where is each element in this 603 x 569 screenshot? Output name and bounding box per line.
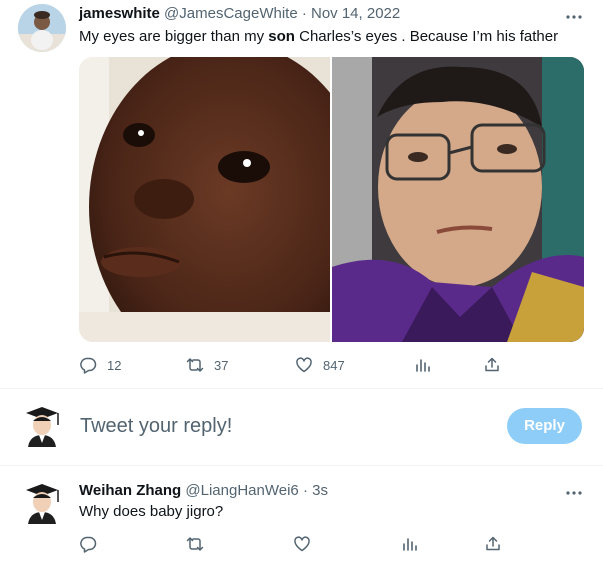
views-action[interactable] bbox=[401, 534, 419, 554]
tweet-date[interactable]: Nov 14, 2022 bbox=[311, 5, 400, 22]
tweet[interactable]: jameswhite @JamesCageWhite · Nov 14, 202… bbox=[0, 0, 603, 388]
tweet-text-bold: son bbox=[268, 28, 295, 45]
reply-composer: Tweet your reply! Reply bbox=[0, 389, 603, 465]
reply-actions bbox=[79, 534, 502, 554]
share-icon[interactable] bbox=[484, 535, 502, 553]
share-action[interactable] bbox=[483, 355, 501, 375]
baby-photo[interactable] bbox=[79, 57, 330, 342]
reply-input[interactable]: Tweet your reply! bbox=[80, 415, 232, 438]
tweet-header: jameswhite @JamesCageWhite · Nov 14, 202… bbox=[79, 5, 400, 23]
like-action[interactable] bbox=[293, 534, 311, 554]
analytics-icon[interactable] bbox=[414, 356, 432, 374]
header-separator: · bbox=[301, 5, 307, 22]
heart-icon[interactable] bbox=[293, 535, 311, 553]
reply-action[interactable]: 12 bbox=[79, 355, 121, 375]
tweet-text-part: Charles’s eyes . Because I’m his father bbox=[294, 28, 559, 45]
man-with-glasses-photo[interactable] bbox=[332, 57, 584, 342]
reply-text: Why does baby jigro? bbox=[79, 503, 224, 520]
reply-icon[interactable] bbox=[79, 356, 97, 374]
reply-author-handle[interactable]: @LiangHanWei6 bbox=[185, 482, 298, 499]
tweet-media[interactable] bbox=[79, 57, 584, 342]
reply-tweet[interactable]: Weihan Zhang @LiangHanWei6 · 3s Why does… bbox=[0, 466, 603, 569]
reply-action[interactable] bbox=[79, 534, 97, 554]
heart-icon[interactable] bbox=[295, 356, 313, 374]
tweet-text: My eyes are bigger than my son Charles’s… bbox=[79, 27, 558, 47]
views-action[interactable] bbox=[414, 355, 432, 375]
reply-icon[interactable] bbox=[79, 535, 97, 553]
author-name[interactable]: jameswhite bbox=[79, 5, 160, 22]
author-avatar[interactable] bbox=[18, 4, 66, 52]
reply-count: 12 bbox=[107, 357, 122, 373]
share-action[interactable] bbox=[484, 534, 502, 554]
my-avatar[interactable] bbox=[20, 403, 64, 447]
retweet-action[interactable] bbox=[186, 534, 204, 554]
reply-header: Weihan Zhang @LiangHanWei6 · 3s bbox=[79, 482, 328, 500]
tweet-text-part: My eyes are bigger than my bbox=[79, 28, 269, 45]
like-count: 847 bbox=[323, 357, 345, 373]
reply-time[interactable]: 3s bbox=[312, 482, 328, 499]
author-handle[interactable]: @JamesCageWhite bbox=[164, 5, 298, 22]
like-action[interactable]: 847 bbox=[295, 355, 345, 375]
header-separator: · bbox=[302, 482, 308, 499]
more-dots-icon[interactable] bbox=[565, 8, 583, 26]
reply-author-avatar[interactable] bbox=[20, 480, 64, 524]
tweet-actions: 12 37 847 bbox=[79, 355, 499, 375]
analytics-icon[interactable] bbox=[401, 535, 419, 553]
reply-author-name[interactable]: Weihan Zhang bbox=[79, 482, 181, 499]
reply-button[interactable]: Reply bbox=[507, 408, 582, 444]
more-dots-icon[interactable] bbox=[565, 484, 583, 502]
retweet-icon[interactable] bbox=[186, 535, 204, 553]
share-icon[interactable] bbox=[483, 356, 501, 374]
retweet-icon[interactable] bbox=[186, 356, 204, 374]
retweet-action[interactable]: 37 bbox=[186, 355, 228, 375]
retweet-count: 37 bbox=[214, 357, 229, 373]
